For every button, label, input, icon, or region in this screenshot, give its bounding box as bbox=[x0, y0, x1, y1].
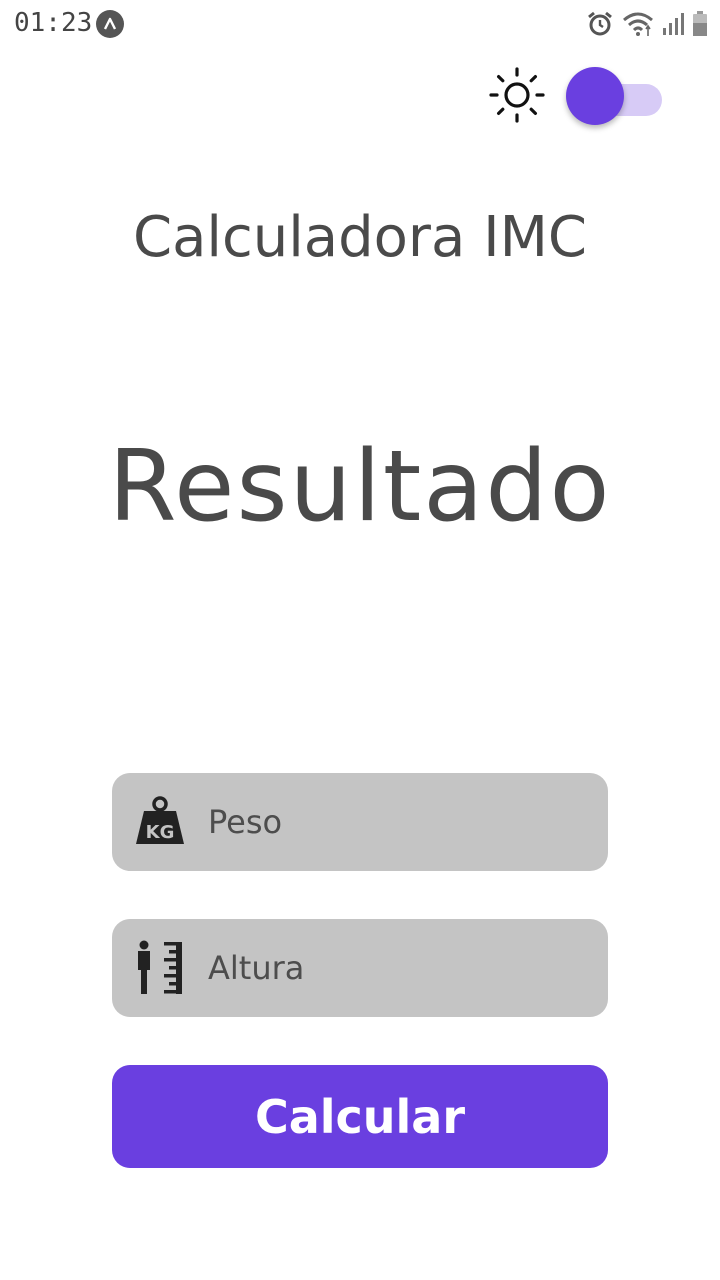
wifi-icon bbox=[622, 11, 654, 41]
status-bar: 01:23 bbox=[0, 0, 720, 50]
kg-weight-icon: KG bbox=[132, 794, 188, 850]
weight-input[interactable] bbox=[206, 802, 590, 842]
theme-switch[interactable] bbox=[566, 67, 662, 125]
status-time: 01:23 bbox=[14, 8, 93, 38]
app-screen: 01:23 Calculadora IMC Resultado KG Peso … bbox=[0, 0, 720, 1280]
height-input[interactable] bbox=[206, 948, 590, 988]
alarm-icon bbox=[586, 10, 614, 42]
svg-text:KG: KG bbox=[146, 822, 175, 843]
weight-field[interactable]: KG bbox=[112, 773, 608, 871]
sun-icon bbox=[488, 66, 546, 124]
switch-thumb[interactable] bbox=[566, 67, 624, 125]
height-field[interactable] bbox=[112, 919, 608, 1017]
calculate-button[interactable]: Calcular bbox=[112, 1065, 608, 1168]
battery-icon bbox=[692, 11, 708, 41]
theme-toggle-row bbox=[488, 66, 668, 126]
result-text: Resultado bbox=[108, 430, 612, 544]
height-ruler-icon bbox=[132, 940, 188, 996]
signal-icon bbox=[662, 12, 684, 40]
a-logo-icon bbox=[96, 10, 124, 38]
status-icons bbox=[586, 10, 708, 42]
page-title: Calculadora IMC bbox=[132, 205, 587, 270]
